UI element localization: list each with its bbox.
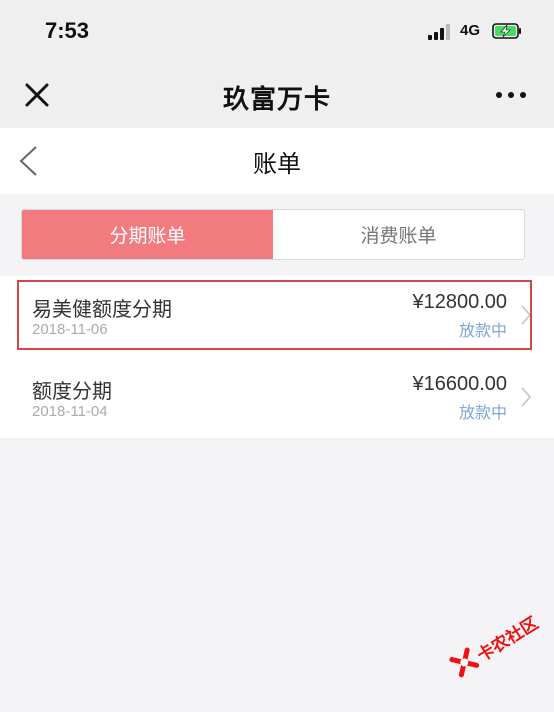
bill-list: 易美健额度分期 2018-11-06 ¥12800.00 放款中 额度分期 20… bbox=[0, 276, 554, 438]
chevron-right-icon bbox=[521, 387, 532, 407]
status-bar: 7:53 4G bbox=[0, 0, 554, 62]
tabs-area: 分期账单 消费账单 bbox=[0, 194, 554, 276]
list-item[interactable]: 额度分期 2018-11-04 ¥16600.00 放款中 bbox=[0, 358, 554, 436]
bill-amount: ¥16600.00 bbox=[412, 373, 507, 395]
chevron-right-icon bbox=[521, 305, 532, 325]
signal-icon bbox=[428, 24, 454, 40]
bill-date: 2018-11-06 bbox=[32, 321, 108, 338]
bill-name: 额度分期 bbox=[32, 379, 112, 403]
watermark-text: 卡农社区 bbox=[473, 613, 543, 667]
tab-installment-bills[interactable]: 分期账单 bbox=[22, 210, 273, 259]
bill-status: 放款中 bbox=[458, 403, 507, 422]
page-header: 账单 bbox=[0, 128, 554, 194]
bill-amount: ¥12800.00 bbox=[412, 291, 507, 313]
bill-status: 放款中 bbox=[458, 321, 507, 340]
bill-name: 易美健额度分期 bbox=[32, 297, 172, 321]
battery-charging-icon bbox=[492, 23, 521, 39]
tab-consumption-bills[interactable]: 消费账单 bbox=[273, 210, 524, 259]
bill-date: 2018-11-04 bbox=[32, 403, 108, 420]
app-title: 玖富万卡 bbox=[222, 85, 331, 115]
more-icon[interactable] bbox=[496, 92, 526, 100]
bill-type-tabs: 分期账单 消费账单 bbox=[21, 209, 525, 260]
watermark: 卡农社区 bbox=[428, 580, 554, 711]
page-title: 账单 bbox=[253, 150, 301, 178]
wechat-nav-bar: 玖富万卡 bbox=[0, 62, 554, 128]
status-time: 7:53 bbox=[45, 18, 90, 43]
list-item[interactable]: 易美健额度分期 2018-11-06 ¥12800.00 放款中 bbox=[0, 276, 554, 354]
network-label: 4G bbox=[460, 22, 481, 39]
